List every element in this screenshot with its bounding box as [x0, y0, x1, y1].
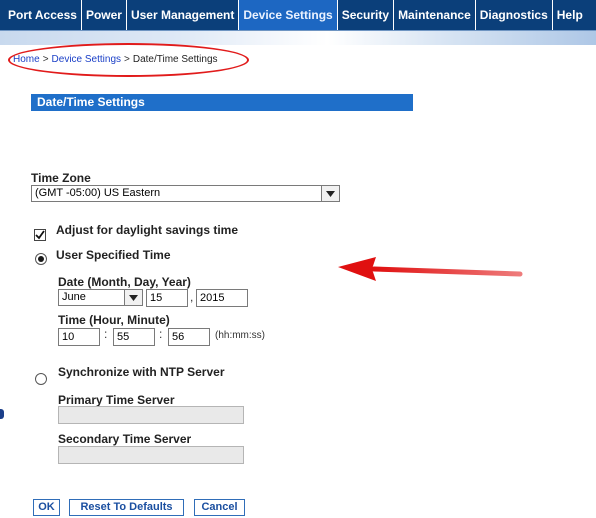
user-time-label: User Specified Time — [56, 248, 171, 262]
time-format-hint: (hh:mm:ss) — [215, 330, 265, 341]
date-label: Date (Month, Day, Year) — [58, 275, 191, 289]
minute-input[interactable]: 55 — [113, 328, 155, 346]
day-input[interactable]: 15 — [146, 289, 188, 307]
reset-defaults-button[interactable]: Reset To Defaults — [69, 499, 184, 516]
cancel-button[interactable]: Cancel — [194, 499, 245, 516]
nav-item-diagnostics[interactable]: Diagnostics — [476, 0, 553, 30]
year-input[interactable]: 2015 — [196, 289, 248, 307]
user-time-radio[interactable] — [35, 253, 47, 265]
page-edge-marker — [0, 409, 4, 419]
top-nav: Port Access Power User Management Device… — [0, 0, 596, 31]
nav-item-security[interactable]: Security — [338, 0, 395, 30]
time-label: Time (Hour, Minute) — [58, 313, 170, 327]
nav-item-maintenance[interactable]: Maintenance — [394, 0, 476, 30]
dst-label: Adjust for daylight savings time — [56, 223, 239, 237]
second-input[interactable]: 56 — [168, 328, 210, 346]
annotation-ellipse — [8, 43, 249, 77]
section-title: Date/Time Settings — [31, 94, 413, 111]
primary-server-label: Primary Time Server — [58, 393, 175, 407]
time-separator: : — [104, 327, 108, 341]
time-separator: : — [159, 327, 163, 341]
chevron-down-icon[interactable] — [321, 186, 339, 201]
timezone-selected-value: (GMT -05:00) US Eastern — [35, 187, 161, 199]
nav-item-help[interactable]: Help — [553, 0, 587, 30]
nav-item-device-settings[interactable]: Device Settings — [239, 0, 338, 30]
timezone-select[interactable]: (GMT -05:00) US Eastern — [31, 185, 340, 202]
ok-button[interactable]: OK — [33, 499, 60, 516]
ntp-radio[interactable] — [35, 373, 47, 385]
annotation-arrow-icon — [338, 257, 523, 281]
timezone-label: Time Zone — [31, 171, 91, 185]
month-selected-value: June — [62, 291, 86, 303]
primary-server-input[interactable] — [58, 406, 244, 424]
nav-item-power[interactable]: Power — [82, 0, 127, 30]
date-separator: , — [190, 290, 194, 304]
ntp-label: Synchronize with NTP Server — [58, 365, 225, 379]
nav-item-port-access[interactable]: Port Access — [0, 0, 82, 30]
hour-input[interactable]: 10 — [58, 328, 100, 346]
dst-checkbox[interactable] — [34, 229, 46, 241]
secondary-server-input[interactable] — [58, 446, 244, 464]
radio-dot — [38, 256, 44, 262]
checkmark-icon — [35, 230, 45, 240]
chevron-down-icon[interactable] — [124, 290, 142, 305]
nav-item-user-management[interactable]: User Management — [127, 0, 240, 30]
secondary-server-label: Secondary Time Server — [58, 432, 192, 446]
month-select[interactable]: June — [58, 289, 143, 306]
